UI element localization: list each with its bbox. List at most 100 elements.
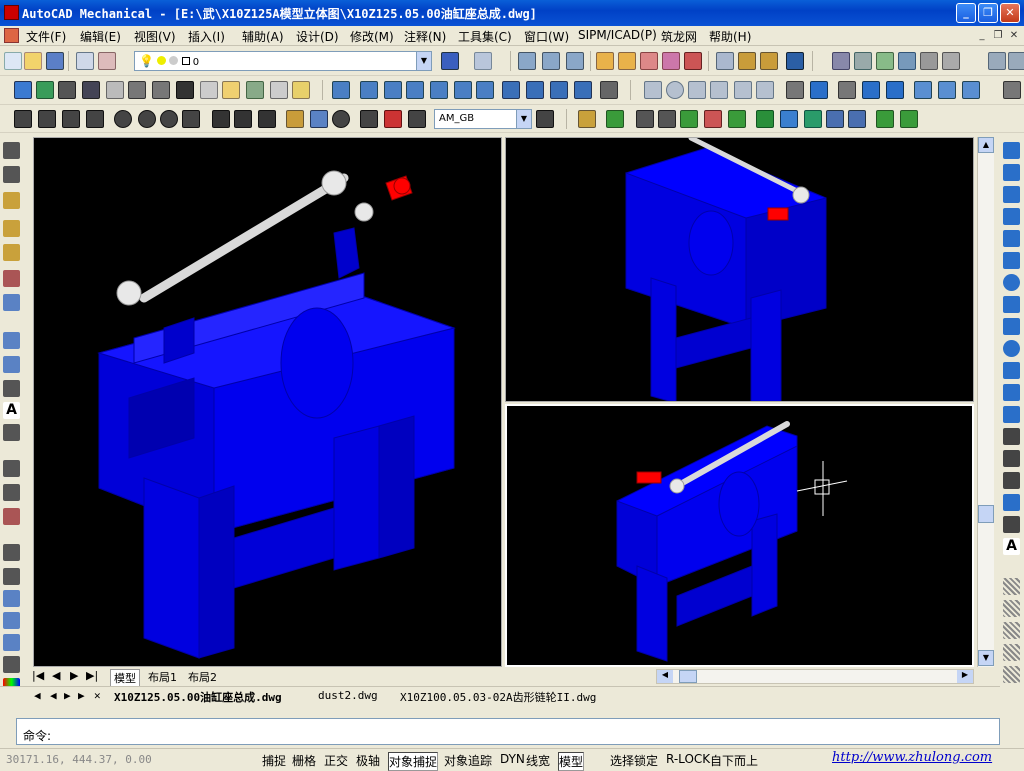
viewport-left[interactable] xyxy=(33,137,502,667)
sphere-icon[interactable] xyxy=(666,81,684,99)
lwt-toggle[interactable]: 线宽 xyxy=(526,752,550,769)
trim-icon[interactable] xyxy=(3,380,20,397)
slice-icon[interactable] xyxy=(838,81,856,99)
spline-icon[interactable] xyxy=(1003,318,1020,335)
zoom-window-icon[interactable] xyxy=(876,52,894,70)
hatch-pattern-icon-5[interactable] xyxy=(1003,666,1020,683)
view-left-icon[interactable] xyxy=(384,81,402,99)
ortho-toggle[interactable]: 正交 xyxy=(324,752,348,769)
dimstyle-icon[interactable] xyxy=(536,110,554,128)
aligned-dim-icon[interactable] xyxy=(38,110,56,128)
extrude-icon[interactable] xyxy=(786,81,804,99)
tab-model[interactable]: 模型 xyxy=(110,669,140,687)
rlock-toggle[interactable]: R-LOCK xyxy=(666,752,710,766)
help-icon[interactable] xyxy=(786,52,804,70)
menu-file[interactable]: 文件(F) xyxy=(26,28,66,45)
cone-icon[interactable] xyxy=(710,81,728,99)
chevron-down-icon[interactable]: ▼ xyxy=(516,110,531,128)
toolpalette-icon[interactable] xyxy=(920,52,938,70)
tree-icon[interactable] xyxy=(246,81,264,99)
menu-edit[interactable]: 编辑(E) xyxy=(80,28,121,45)
publish-icon[interactable] xyxy=(14,81,32,99)
zoom-realtime-icon[interactable] xyxy=(854,52,872,70)
view-se-iso-icon[interactable] xyxy=(502,81,520,99)
arc-icon[interactable] xyxy=(1003,252,1020,269)
close-button[interactable]: ✕ xyxy=(1000,3,1020,23)
layout-icon[interactable] xyxy=(876,110,894,128)
redo-icon[interactable] xyxy=(474,52,492,70)
pencil-icon[interactable] xyxy=(596,52,614,70)
menu-toolset[interactable]: 工具集(C) xyxy=(458,28,512,45)
view-top-icon[interactable] xyxy=(332,81,350,99)
tolerance-icon[interactable] xyxy=(310,110,328,128)
splinedit-icon[interactable] xyxy=(3,612,20,629)
doc-last-icon[interactable]: ▶ xyxy=(78,689,85,702)
text-a-icon[interactable]: A xyxy=(3,402,20,419)
otrack-toggle[interactable]: 对象追踪 xyxy=(444,752,492,769)
offset-icon[interactable] xyxy=(3,220,20,237)
model-toggle[interactable]: 模型 xyxy=(558,752,585,771)
qleader-icon[interactable] xyxy=(286,110,304,128)
layout-prev-icon[interactable]: ◀ xyxy=(52,669,60,682)
revcloud-icon[interactable] xyxy=(1003,296,1020,313)
lights-icon[interactable] xyxy=(962,81,980,99)
doc-restore-button[interactable]: ❐ xyxy=(991,29,1005,43)
continue-icon[interactable] xyxy=(258,110,276,128)
line-icon[interactable] xyxy=(1003,142,1020,159)
restore-button[interactable]: ❐ xyxy=(978,3,998,23)
pedit-icon[interactable] xyxy=(3,590,20,607)
extend-icon[interactable] xyxy=(3,424,20,441)
dyn-toggle[interactable]: DYN xyxy=(500,752,525,766)
zhulong-link[interactable]: http://www.zhulong.com xyxy=(832,750,992,765)
pan-icon[interactable] xyxy=(832,52,850,70)
osnap-toggle[interactable]: 对象捕捉 xyxy=(388,752,439,771)
scale-icon[interactable] xyxy=(3,332,20,349)
doc-first-icon[interactable]: ◀ xyxy=(34,689,41,702)
gradient-icon[interactable] xyxy=(658,110,676,128)
hscroll-thumb[interactable] xyxy=(679,670,697,683)
menu-view[interactable]: 视图(V) xyxy=(134,28,176,45)
jogged-icon[interactable] xyxy=(138,110,156,128)
bottom-up-toggle[interactable]: 自下而上 xyxy=(710,752,758,769)
qnew-icon[interactable] xyxy=(4,52,22,70)
save-icon[interactable] xyxy=(46,52,64,70)
erase-tool-icon[interactable] xyxy=(640,52,658,70)
hatch-icon[interactable] xyxy=(636,110,654,128)
leader-icon[interactable] xyxy=(760,52,778,70)
sketch-icon[interactable] xyxy=(618,52,636,70)
ole-icon[interactable] xyxy=(804,110,822,128)
menu-zhulong[interactable]: 筑龙网 xyxy=(661,28,697,45)
scroll-left-icon[interactable]: ◀ xyxy=(657,670,673,683)
dimedit-icon[interactable] xyxy=(360,110,378,128)
doc-tab-3[interactable]: X10Z100.05.03-02A齿形链轮II.dwg xyxy=(400,689,596,705)
break-icon[interactable] xyxy=(3,460,20,477)
insert-block-icon[interactable] xyxy=(1003,384,1020,401)
viewport-bottom-right[interactable] xyxy=(505,404,974,667)
folder-icon[interactable] xyxy=(222,81,240,99)
explode-icon[interactable] xyxy=(3,544,20,561)
ordinate-icon[interactable] xyxy=(86,110,104,128)
view-sw-iso-icon[interactable] xyxy=(476,81,494,99)
layer-manager-icon[interactable] xyxy=(76,52,94,70)
layer-combo[interactable]: 💡 0 ▼ xyxy=(134,51,432,71)
chevron-down-icon[interactable]: ▼ xyxy=(416,52,431,70)
xref-icon[interactable] xyxy=(780,110,798,128)
abc-icon[interactable] xyxy=(200,81,218,99)
align-icon[interactable] xyxy=(3,656,20,673)
linear-dim-icon[interactable] xyxy=(14,110,32,128)
erase-icon[interactable] xyxy=(3,142,20,159)
orbit-icon[interactable] xyxy=(600,81,618,99)
vertical-scrollbar[interactable]: ▲ ▼ xyxy=(977,137,994,667)
view-ne-iso-icon[interactable] xyxy=(526,81,544,99)
join-icon[interactable] xyxy=(3,568,20,585)
menu-help[interactable]: 帮助(H) xyxy=(709,28,751,45)
table-icon[interactable] xyxy=(704,110,722,128)
list-icon[interactable] xyxy=(566,52,584,70)
menu-annotate[interactable]: 注释(N) xyxy=(404,28,446,45)
view-right-icon[interactable] xyxy=(406,81,424,99)
rotate-icon[interactable] xyxy=(3,294,20,311)
region-draw-icon[interactable] xyxy=(1003,494,1020,511)
layout-next-icon[interactable]: ▶ xyxy=(70,669,78,682)
ellipse-icon[interactable] xyxy=(1003,340,1020,357)
layout-last-icon[interactable]: ▶| xyxy=(86,669,98,682)
